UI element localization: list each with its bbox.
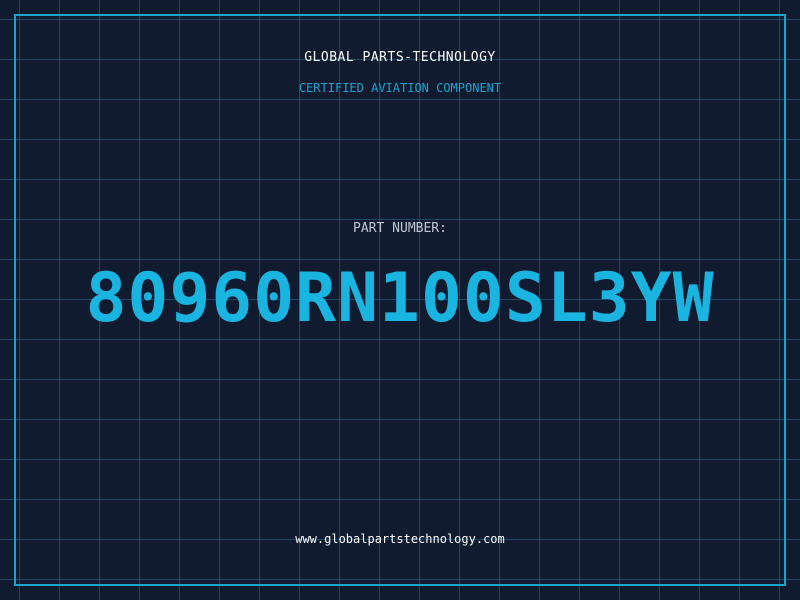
part-number-label: PART NUMBER:: [353, 221, 447, 236]
website-url: www.globalpartstechnology.com: [295, 532, 505, 546]
part-number-value: 80960RN100SL3YW: [85, 259, 715, 338]
certification-tagline: CERTIFIED AVIATION COMPONENT: [298, 81, 502, 95]
company-name: GLOBAL PARTS-TECHNOLOGY: [304, 50, 496, 65]
label-card: GLOBAL PARTS-TECHNOLOGY CERTIFIED AVIATI…: [0, 0, 800, 600]
